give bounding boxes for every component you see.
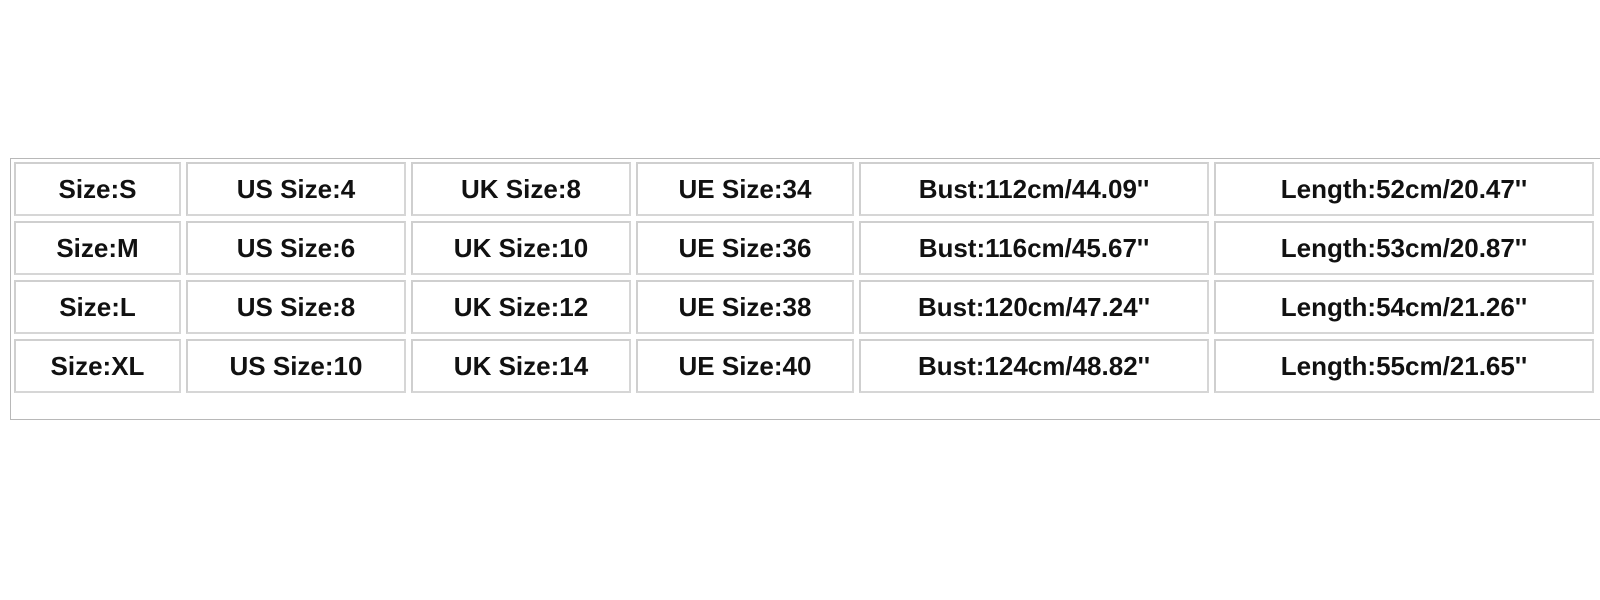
uk-size-cell: UK Size:12	[411, 280, 631, 334]
length-cell: Length:53cm/20.87''	[1214, 221, 1594, 275]
us-size-cell: US Size:4	[186, 162, 406, 216]
size-cell: Size:S	[14, 162, 181, 216]
size-cell: Size:XL	[14, 339, 181, 393]
uk-size-cell: UK Size:14	[411, 339, 631, 393]
ue-size-cell: UE Size:40	[636, 339, 854, 393]
uk-size-cell: UK Size:10	[411, 221, 631, 275]
bust-cell: Bust:124cm/48.82''	[859, 339, 1209, 393]
table-row: Size:L US Size:8 UK Size:12 UE Size:38 B…	[14, 280, 1594, 334]
ue-size-cell: UE Size:38	[636, 280, 854, 334]
length-cell: Length:55cm/21.65''	[1214, 339, 1594, 393]
table-row: Size:S US Size:4 UK Size:8 UE Size:34 Bu…	[14, 162, 1594, 216]
bust-cell: Bust:120cm/47.24''	[859, 280, 1209, 334]
bust-cell: Bust:112cm/44.09''	[859, 162, 1209, 216]
us-size-cell: US Size:6	[186, 221, 406, 275]
uk-size-cell: UK Size:8	[411, 162, 631, 216]
length-cell: Length:54cm/21.26''	[1214, 280, 1594, 334]
size-cell: Size:L	[14, 280, 181, 334]
us-size-cell: US Size:10	[186, 339, 406, 393]
ue-size-cell: UE Size:36	[636, 221, 854, 275]
table-row: Size:XL US Size:10 UK Size:14 UE Size:40…	[14, 339, 1594, 393]
length-cell: Length:52cm/20.47''	[1214, 162, 1594, 216]
size-chart: Size:S US Size:4 UK Size:8 UE Size:34 Bu…	[10, 158, 1600, 420]
size-chart-table: Size:S US Size:4 UK Size:8 UE Size:34 Bu…	[9, 157, 1599, 398]
size-cell: Size:M	[14, 221, 181, 275]
table-row: Size:M US Size:6 UK Size:10 UE Size:36 B…	[14, 221, 1594, 275]
bust-cell: Bust:116cm/45.67''	[859, 221, 1209, 275]
us-size-cell: US Size:8	[186, 280, 406, 334]
ue-size-cell: UE Size:34	[636, 162, 854, 216]
